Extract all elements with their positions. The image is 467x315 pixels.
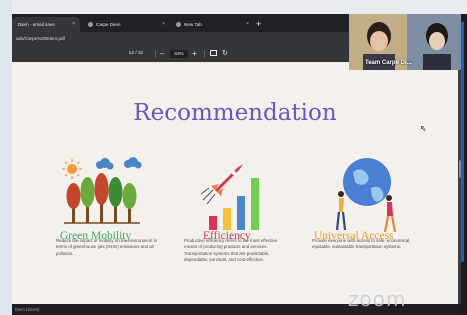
active-window-border	[461, 22, 464, 262]
monitor-frame-left	[0, 0, 12, 315]
zoom-watermark: zoom	[348, 287, 407, 311]
green-mobility-illustration	[62, 157, 142, 224]
cloud-icon	[96, 157, 142, 170]
participant-video: Team Carpe Di...	[349, 14, 465, 70]
browser-tab-3-label: New Tab	[184, 22, 202, 27]
rocket-icon	[200, 164, 243, 205]
browser-tab-2[interactable]: Carpe Diem ×	[82, 17, 170, 32]
globe-icon	[343, 158, 391, 206]
monitor-frame-top	[0, 0, 467, 14]
toolbar-divider	[204, 50, 205, 58]
text-efficiency: Productive efficiency refers to the most…	[184, 238, 278, 263]
new-tab-icon[interactable]: +	[256, 17, 261, 32]
close-icon[interactable]: ×	[72, 17, 75, 32]
close-icon[interactable]: ×	[246, 17, 249, 32]
tree-icon	[64, 173, 140, 224]
zoom-in-icon[interactable]: +	[192, 46, 197, 62]
taskbar-item[interactable]: Diem (Zoom)	[15, 304, 39, 315]
pdf-page-indicator[interactable]: 12 / 31	[120, 49, 152, 59]
close-icon[interactable]: ×	[162, 17, 165, 32]
sun-icon	[62, 159, 82, 179]
slide-title: Recommendation	[133, 100, 337, 126]
zoom-out-icon[interactable]: –	[160, 46, 164, 62]
rotate-icon[interactable]: ↻	[222, 49, 228, 59]
participant-name: Team Carpe Di...	[365, 60, 412, 66]
text-green-mobility: Reduce the impact of mobility on the env…	[56, 238, 158, 256]
universal-access-illustration	[335, 158, 397, 233]
pdf-viewer: Recommendation Green Mobility Efficiency…	[12, 62, 465, 304]
browser-tab-1[interactable]: Diem - email save ×	[12, 17, 80, 32]
browser-tab-3[interactable]: New Tab ×	[170, 17, 254, 32]
mouse-cursor-icon: ⇖	[420, 124, 427, 133]
browser-tab-1-label: Diem - email save	[18, 22, 55, 27]
globe-icon	[88, 21, 93, 27]
globe-icon	[176, 21, 181, 27]
zoom-level-field[interactable]: 63%	[170, 50, 188, 58]
slide: Recommendation Green Mobility Efficiency…	[12, 62, 458, 304]
person-avatar-2	[407, 14, 465, 70]
efficiency-illustration	[200, 164, 259, 230]
address-text: ads/Carpe%20Diem.pdf	[16, 36, 65, 41]
browser-tab-2-label: Carpe Diem	[96, 22, 121, 27]
text-universal-access: Provide everyone with access to safe, ec…	[312, 238, 411, 250]
fit-page-icon[interactable]	[210, 50, 217, 56]
participant-tile-2	[407, 14, 465, 70]
toolbar-divider	[155, 50, 156, 58]
